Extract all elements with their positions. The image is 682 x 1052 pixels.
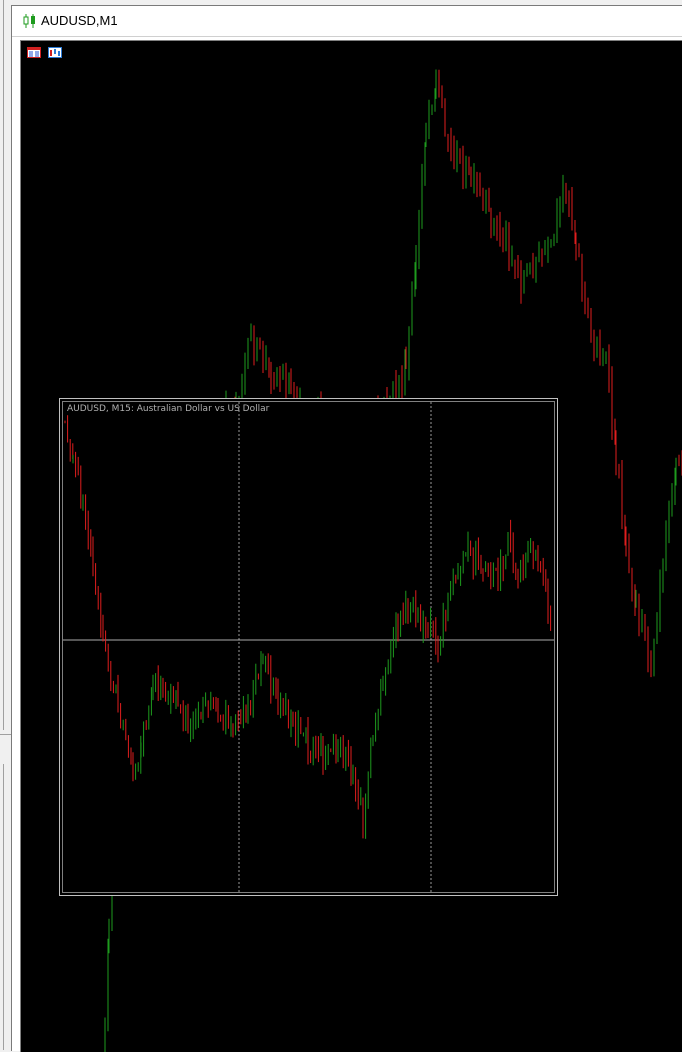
m15-popup-chart[interactable]: AUDUSD, M15: Australian Dollar vs US Dol… [59, 398, 558, 896]
popup-candlestick-series [63, 402, 554, 892]
popup-chart-title: AUDUSD, M15: Australian Dollar vs US Dol… [67, 404, 270, 414]
popup-chart-frame: AUDUSD, M15: Australian Dollar vs US Dol… [62, 401, 555, 893]
window-titlebar[interactable]: AUDUSD,M1 [12, 6, 682, 37]
panel-divider [0, 734, 11, 735]
candlestick-chart-icon [23, 14, 35, 28]
window-title: AUDUSD,M1 [41, 13, 118, 28]
panel-divider [3, 0, 4, 730]
chart-window[interactable]: AUDUSD,M1 AUDUSD, M15: Australian Dollar… [11, 5, 682, 1052]
left-panel-edge [0, 0, 11, 1050]
main-price-chart[interactable]: AUDUSD, M15: Australian Dollar vs US Dol… [20, 40, 682, 1052]
panel-divider [3, 764, 4, 1050]
